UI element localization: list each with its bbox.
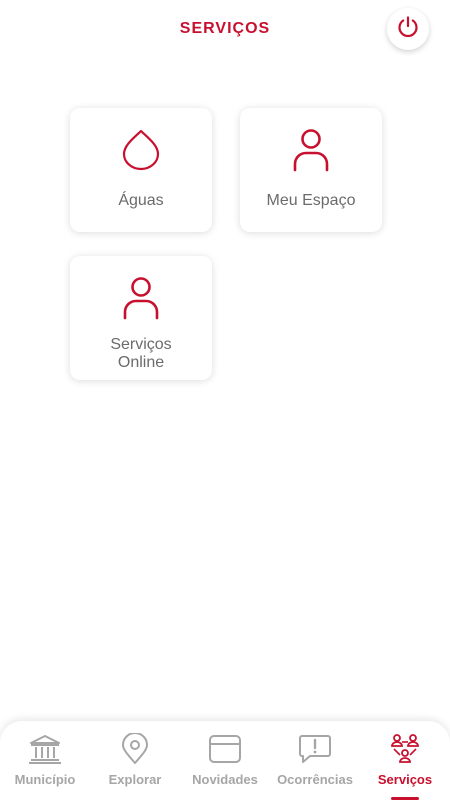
- header: SERVIÇOS: [0, 0, 450, 60]
- page-title: SERVIÇOS: [179, 20, 271, 37]
- nav-item-ocorrencias[interactable]: Ocorrências: [270, 721, 360, 800]
- logout-button[interactable]: [387, 8, 429, 50]
- label-line-2: Online: [117, 354, 165, 371]
- alert-message-icon: [270, 733, 360, 765]
- nav-label: Serviços: [377, 772, 433, 787]
- service-card-servicos-online[interactable]: Serviços Online: [70, 256, 212, 380]
- user-icon: [70, 274, 212, 322]
- label-line-1: Serviços: [110, 336, 172, 353]
- user-icon: [240, 126, 382, 174]
- services-screen: SERVIÇOS Águas Meu Espaço Serviços Onlin…: [0, 0, 450, 800]
- municipality-icon: [0, 733, 90, 765]
- bottom-nav: Município Explorar Novidades Ocorrências…: [0, 721, 450, 800]
- service-card-label: Águas: [118, 192, 164, 209]
- news-card-icon: [180, 733, 270, 765]
- water-drop-icon: [70, 126, 212, 174]
- nav-label: Explorar: [108, 772, 162, 787]
- nav-label: Município: [14, 772, 76, 787]
- service-card-meu-espaco[interactable]: Meu Espaço: [240, 108, 382, 232]
- service-card-label: Serviços Online: [76, 336, 206, 372]
- nav-item-municipio[interactable]: Município: [0, 721, 90, 800]
- nav-label: Ocorrências: [277, 772, 353, 787]
- nav-label: Novidades: [192, 772, 258, 787]
- location-pin-icon: [90, 733, 180, 765]
- services-network-icon: [360, 733, 450, 765]
- service-card-aguas[interactable]: Águas: [70, 108, 212, 232]
- nav-item-servicos[interactable]: Serviços: [360, 721, 450, 800]
- nav-item-explorar[interactable]: Explorar: [90, 721, 180, 800]
- service-card-label: Meu Espaço: [266, 192, 356, 209]
- nav-item-novidades[interactable]: Novidades: [180, 721, 270, 800]
- power-icon: [395, 14, 421, 45]
